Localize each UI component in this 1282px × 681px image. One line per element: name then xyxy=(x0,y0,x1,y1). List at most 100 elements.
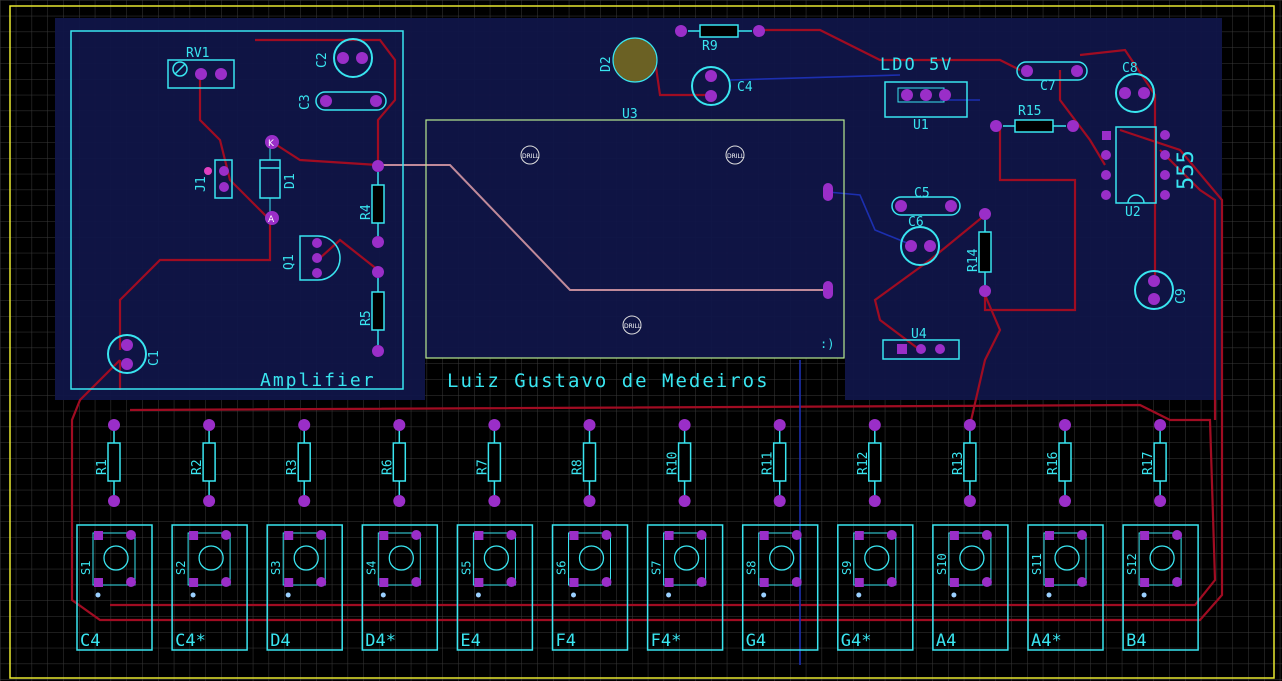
q1-label: Q1 xyxy=(282,254,297,270)
switch-pad xyxy=(1172,577,1183,587)
switch-pin1-marker xyxy=(1141,592,1147,598)
c8-label: C8 xyxy=(1122,61,1138,76)
switch-pad xyxy=(854,578,864,587)
key-resistor-pad xyxy=(393,419,406,431)
key-resistor-pad xyxy=(868,495,881,507)
switch-pad xyxy=(189,578,199,587)
c6-label: C6 xyxy=(908,215,924,230)
key-resistor-label: R17 xyxy=(1141,452,1156,475)
c9-label: C9 xyxy=(1174,288,1189,304)
switch-pin1-marker xyxy=(380,592,386,598)
key-resistor-pad xyxy=(203,495,216,507)
note-label: A4* xyxy=(1031,631,1062,651)
key-resistor-pad xyxy=(868,419,881,431)
key-resistor-label: R8 xyxy=(571,459,586,475)
key-resistor-pad xyxy=(678,419,691,431)
switch-pad xyxy=(1077,577,1087,587)
switch-label: S5 xyxy=(459,561,473,575)
switch-pad xyxy=(474,531,484,540)
r15-label: R15 xyxy=(1018,104,1041,119)
note-label: G4* xyxy=(841,631,872,651)
switch-label: S12 xyxy=(1125,553,1139,575)
drill-label-2: DRILL xyxy=(727,153,745,160)
switch-pin1-marker xyxy=(856,592,862,598)
r9-label: R9 xyxy=(702,39,718,54)
switch-pin1-marker xyxy=(761,592,767,598)
d2-label: D2 xyxy=(599,56,614,72)
pcb-board: RV1 C2 C3 J1 K A D1 Q1 R4 R5 C1 Amplifie… xyxy=(0,0,1282,681)
switch-pin1-marker xyxy=(571,592,576,598)
key-resistor-pad xyxy=(393,495,406,507)
switch-pad xyxy=(1045,531,1054,540)
d1-label: D1 xyxy=(283,173,298,189)
switch-pad xyxy=(696,577,707,587)
switch-pad xyxy=(759,531,769,540)
switch-pad xyxy=(886,530,897,540)
note-label: D4 xyxy=(270,631,290,651)
switch-pin1-marker xyxy=(475,592,481,598)
key-resistor-pad xyxy=(963,419,976,431)
c2-label: C2 xyxy=(315,52,330,68)
switch-pad xyxy=(316,530,327,540)
timer-label: 555 xyxy=(1174,150,1199,190)
key-resistor-pad xyxy=(203,419,216,431)
switch-pin1-marker xyxy=(1046,592,1052,598)
note-label: A4 xyxy=(936,631,956,651)
switch-pad xyxy=(791,577,802,587)
c5-label: C5 xyxy=(914,186,930,201)
key-resistor-pad xyxy=(1059,495,1071,507)
key-resistor-pad xyxy=(108,495,120,507)
c7-label: C7 xyxy=(1040,79,1056,94)
note-label: E4 xyxy=(460,631,480,651)
switch-pad xyxy=(664,578,674,587)
note-label: C4* xyxy=(175,631,206,651)
switch-label: S3 xyxy=(269,561,283,575)
smiley: :) xyxy=(820,337,834,351)
key-resistor-label: R12 xyxy=(856,452,871,475)
key-resistor-pad xyxy=(108,419,120,431)
switch-pad xyxy=(506,530,517,540)
switch-pad xyxy=(474,578,484,587)
key-resistor-label: R6 xyxy=(380,459,395,475)
switch-pad xyxy=(1045,578,1054,587)
key-resistor-label: R13 xyxy=(951,452,966,475)
switch-pad xyxy=(569,531,579,540)
switch-pad xyxy=(601,577,612,587)
switch-pad xyxy=(791,530,802,540)
amplifier-label: Amplifier xyxy=(260,370,376,391)
switch-pad xyxy=(221,577,232,587)
key-resistor-pad xyxy=(1154,495,1167,507)
switch-pad xyxy=(886,577,897,587)
switch-pad xyxy=(949,531,959,540)
r14-label: R14 xyxy=(966,248,981,272)
d1-a-label: A xyxy=(268,215,275,225)
key-resistor-label: R2 xyxy=(190,459,205,475)
key-resistor-label: R16 xyxy=(1046,452,1061,475)
switch-label: S9 xyxy=(840,561,854,575)
c3-label: C3 xyxy=(298,94,313,110)
key-resistor-pad xyxy=(1154,419,1167,431)
switch-label: S4 xyxy=(364,561,378,575)
switch-pad xyxy=(506,577,517,587)
switch-pad xyxy=(981,577,992,587)
switch-label: S1 xyxy=(79,561,93,575)
key-resistor-pad xyxy=(583,419,596,431)
note-label: D4* xyxy=(365,631,396,651)
switch-pin1-marker xyxy=(285,592,291,598)
switch-pad xyxy=(284,578,294,587)
switch-pad xyxy=(316,577,327,587)
key-resistor-pad xyxy=(488,419,501,431)
key-resistor-pad xyxy=(963,495,976,507)
switch-label: S10 xyxy=(935,553,949,575)
switch-pad xyxy=(411,530,422,540)
drill-label-3: DRILL xyxy=(624,323,642,330)
switch-label: S8 xyxy=(745,561,759,575)
switch-pad xyxy=(1140,578,1150,587)
note-label: F4 xyxy=(556,631,576,651)
switch-label: S7 xyxy=(650,561,664,575)
ldo-label: LDO 5V xyxy=(880,55,953,75)
c4-label: C4 xyxy=(737,80,753,95)
switch-pin1-marker xyxy=(951,592,957,598)
key-resistor-label: R3 xyxy=(285,459,300,475)
switch-pad xyxy=(379,531,389,540)
